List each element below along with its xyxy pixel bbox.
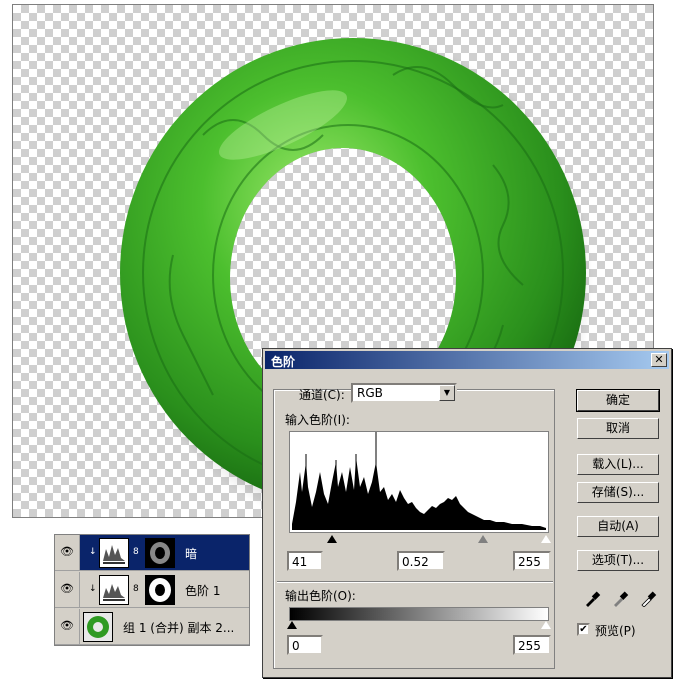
layer-row[interactable]: 👁 组 1 (合并) 副本 2... [55,609,249,645]
dialog-titlebar[interactable]: 色阶 ✕ [265,351,669,369]
output-white-field[interactable]: 255 [513,635,551,655]
clip-arrow-icon: ↓ [89,547,97,557]
layer-row[interactable]: 👁 ↓ 8 暗 [55,535,249,571]
clip-arrow-icon: ↓ [89,584,97,594]
dropdown-arrow-icon[interactable]: ▼ [439,385,455,401]
ok-button[interactable]: 确定 [576,389,660,412]
eyedropper-gray-icon[interactable] [611,589,629,607]
preview-label: 预览(P) [595,624,636,638]
eyedropper-white-icon[interactable] [639,589,657,608]
adjustment-thumbnail [99,538,129,568]
channel-select[interactable]: RGB ▼ [351,383,457,403]
link-icon: 8 [133,584,139,594]
output-black-field[interactable]: 0 [287,635,323,655]
layer-name: 暗 [185,547,198,561]
load-button[interactable]: 载入(L)... [577,454,659,475]
close-icon[interactable]: ✕ [651,353,667,367]
eye-icon: 👁 [60,619,74,632]
link-icon: 8 [133,547,139,557]
eye-icon: 👁 [60,582,74,595]
auto-button[interactable]: 自动(A) [577,516,659,537]
channel-label: 通道(C): [299,388,345,402]
save-button[interactable]: 存储(S)... [577,482,659,503]
output-gradient-bar [289,607,549,621]
options-button[interactable]: 选项(T)... [577,550,659,571]
input-black-slider[interactable] [327,535,337,543]
preview-checkbox[interactable]: ✔ [577,623,590,636]
adjustment-thumbnail [99,575,129,605]
visibility-toggle[interactable]: 👁 [55,609,80,644]
histogram [289,431,549,533]
output-white-slider[interactable] [541,621,551,629]
dialog-title: 色阶 [271,355,296,369]
channel-value: RGB [357,386,383,400]
layer-row[interactable]: 👁 ↓ 8 色阶 1 [55,572,249,608]
eye-icon: 👁 [60,545,74,558]
layer-name: 色阶 1 [185,584,221,598]
divider [277,581,553,583]
output-black-slider[interactable] [287,621,297,629]
layers-panel: 👁 ↓ 8 暗 👁 ↓ 8 色阶 1 👁 组 1 (合并) 副本 2... [54,534,250,646]
levels-dialog: 色阶 ✕ 通道(C): RGB ▼ 输入色阶(I): 41 0.52 255 输… [262,348,672,678]
layer-thumbnail [83,612,113,642]
input-white-field[interactable]: 255 [513,551,551,571]
eyedropper-black-icon[interactable] [583,589,601,607]
input-gamma-field[interactable]: 0.52 [397,551,445,571]
input-white-slider[interactable] [541,535,551,543]
visibility-toggle[interactable]: 👁 [55,535,80,570]
mask-thumbnail[interactable] [145,575,175,605]
layer-name: 组 1 (合并) 副本 2... [123,621,235,635]
input-black-field[interactable]: 41 [287,551,323,571]
output-levels-label: 输出色阶(O): [285,589,356,603]
mask-thumbnail[interactable] [145,538,175,568]
input-levels-label: 输入色阶(I): [285,413,350,427]
visibility-toggle[interactable]: 👁 [55,572,80,607]
input-gamma-slider[interactable] [478,535,488,543]
cancel-button[interactable]: 取消 [577,418,659,439]
